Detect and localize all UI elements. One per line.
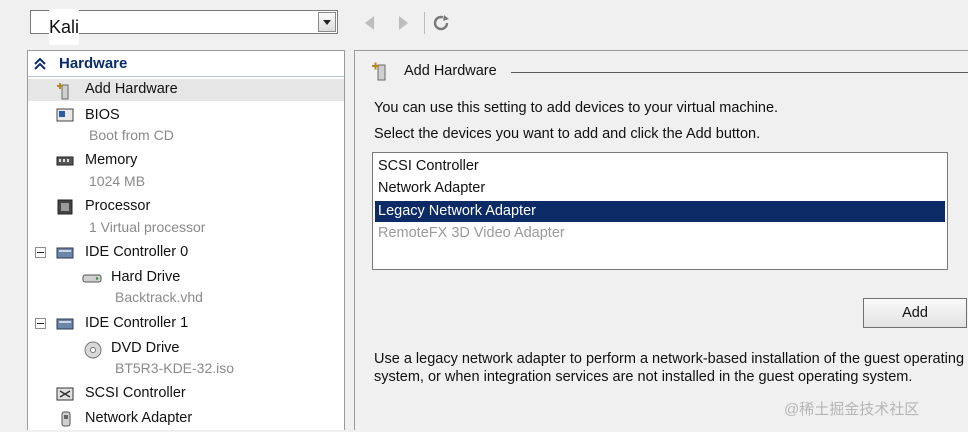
- tree-item-label: Processor: [85, 198, 151, 214]
- forward-arrow-icon[interactable]: [396, 14, 412, 32]
- hardware-section-header[interactable]: Hardware: [28, 53, 344, 77]
- bios-icon: [56, 108, 74, 124]
- dvd-drive-file: BT5R3-KDE-32.iso: [115, 360, 235, 376]
- tree-item-hard-drive[interactable]: Hard Drive: [28, 267, 344, 289]
- device-description: Use a legacy network adapter to perform …: [374, 351, 965, 385]
- tree-item-label: Hard Drive: [111, 269, 181, 285]
- tree-item-label: BIOS: [85, 107, 120, 123]
- collapse-toggle-icon[interactable]: [35, 318, 46, 329]
- collapse-icon[interactable]: [34, 57, 46, 70]
- ide-controller-icon: [56, 245, 74, 261]
- device-option[interactable]: Network Adapter: [375, 178, 945, 199]
- intro-text: You can use this setting to add devices …: [374, 100, 779, 116]
- section-divider: [28, 76, 344, 77]
- tree-item-label: IDE Controller 0: [85, 244, 189, 260]
- add-button[interactable]: Add: [863, 298, 967, 328]
- tree-item-processor[interactable]: Processor: [28, 196, 344, 218]
- tree-item-dvd-drive[interactable]: DVD Drive: [28, 338, 344, 360]
- panel-title: Add Hardware: [404, 63, 497, 79]
- add-hardware-panel: Add Hardware You can use this setting to…: [354, 50, 968, 430]
- tree-item-scsi-controller[interactable]: SCSI Controller: [28, 383, 344, 405]
- hardware-section-title: Hardware: [59, 55, 128, 72]
- processor-icon: [56, 199, 74, 215]
- tree-item-label: IDE Controller 1: [85, 315, 189, 331]
- memory-icon: [56, 153, 74, 169]
- network-adapter-icon: [60, 411, 78, 427]
- bios-boot-value: Boot from CD: [89, 127, 174, 143]
- tree-item-network-adapter[interactable]: Network Adapter: [28, 408, 344, 430]
- back-arrow-icon[interactable]: [362, 14, 378, 32]
- chevron-down-icon[interactable]: [318, 12, 336, 32]
- scsi-controller-icon: [56, 386, 74, 402]
- device-option-disabled: RemoteFX 3D Video Adapter: [378, 225, 565, 241]
- tree-item-label: DVD Drive: [111, 340, 180, 356]
- add-hardware-icon: [371, 61, 391, 81]
- tree-item-label: Add Hardware: [85, 81, 178, 97]
- hard-drive-icon: [82, 270, 102, 286]
- tree-item-label: Memory: [85, 152, 138, 168]
- tree-item-label: SCSI Controller: [85, 385, 186, 401]
- tree-item-add-hardware[interactable]: Add Hardware: [28, 79, 344, 101]
- vm-name: Kali: [49, 9, 80, 45]
- refresh-icon[interactable]: [432, 14, 450, 32]
- device-option[interactable]: SCSI Controller: [375, 156, 945, 177]
- title-rule: [511, 72, 968, 73]
- tree-item-label: Network Adapter: [85, 410, 193, 426]
- toolbar: Kali: [0, 0, 968, 46]
- tree-item-ide-controller-0[interactable]: IDE Controller 0: [28, 242, 344, 264]
- ide-controller-icon: [56, 316, 74, 332]
- memory-value: 1024 MB: [89, 173, 146, 189]
- watermark: @稀土掘金技术社区: [784, 401, 920, 418]
- processor-value: 1 Virtual processor: [89, 219, 206, 235]
- add-hardware-icon: [56, 82, 74, 100]
- tree-item-bios[interactable]: BIOS: [28, 105, 344, 127]
- tree-item-ide-controller-1[interactable]: IDE Controller 1: [28, 313, 344, 335]
- collapse-toggle-icon[interactable]: [35, 247, 46, 258]
- device-option-selected[interactable]: Legacy Network Adapter: [375, 201, 945, 222]
- toolbar-separator: [424, 12, 425, 34]
- device-list[interactable]: SCSI Controller Network Adapter Legacy N…: [372, 152, 948, 270]
- vm-selector[interactable]: Kali: [30, 9, 338, 45]
- instruction-text: Select the devices you want to add and c…: [374, 126, 761, 142]
- hard-drive-file: Backtrack.vhd: [115, 289, 203, 305]
- tree-item-memory[interactable]: Memory: [28, 150, 344, 172]
- hardware-tree: Hardware Add Hardware BIOS Boot from CD: [27, 50, 345, 430]
- dvd-drive-icon: [84, 341, 102, 359]
